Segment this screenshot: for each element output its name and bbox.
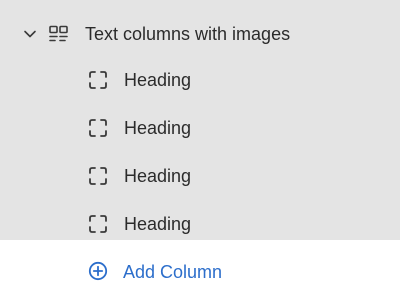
section-label: Text columns with images [85, 24, 291, 44]
block-label: Heading [124, 214, 192, 234]
block-label: Heading [124, 166, 192, 186]
block-frame-icon [88, 166, 108, 186]
block-frame-icon [88, 118, 108, 138]
plus-circle-icon [88, 261, 108, 281]
columns-icon [48, 24, 70, 46]
block-item-heading-3[interactable]: Heading [0, 153, 400, 201]
section-tree: Text columns with images Heading Heading… [0, 0, 400, 306]
block-label: Heading [124, 118, 192, 138]
block-item-heading-1[interactable]: Heading [0, 57, 400, 105]
block-item-heading-2[interactable]: Heading [0, 105, 400, 153]
section-item-text-columns[interactable]: Text columns with images [0, 10, 400, 58]
add-column-button[interactable]: Add Column [0, 240, 400, 306]
add-column-label: Add Column [123, 262, 223, 282]
block-frame-icon [88, 70, 108, 90]
chevron-down-icon[interactable] [22, 26, 38, 42]
block-label: Heading [124, 70, 192, 90]
block-frame-icon [88, 214, 108, 234]
